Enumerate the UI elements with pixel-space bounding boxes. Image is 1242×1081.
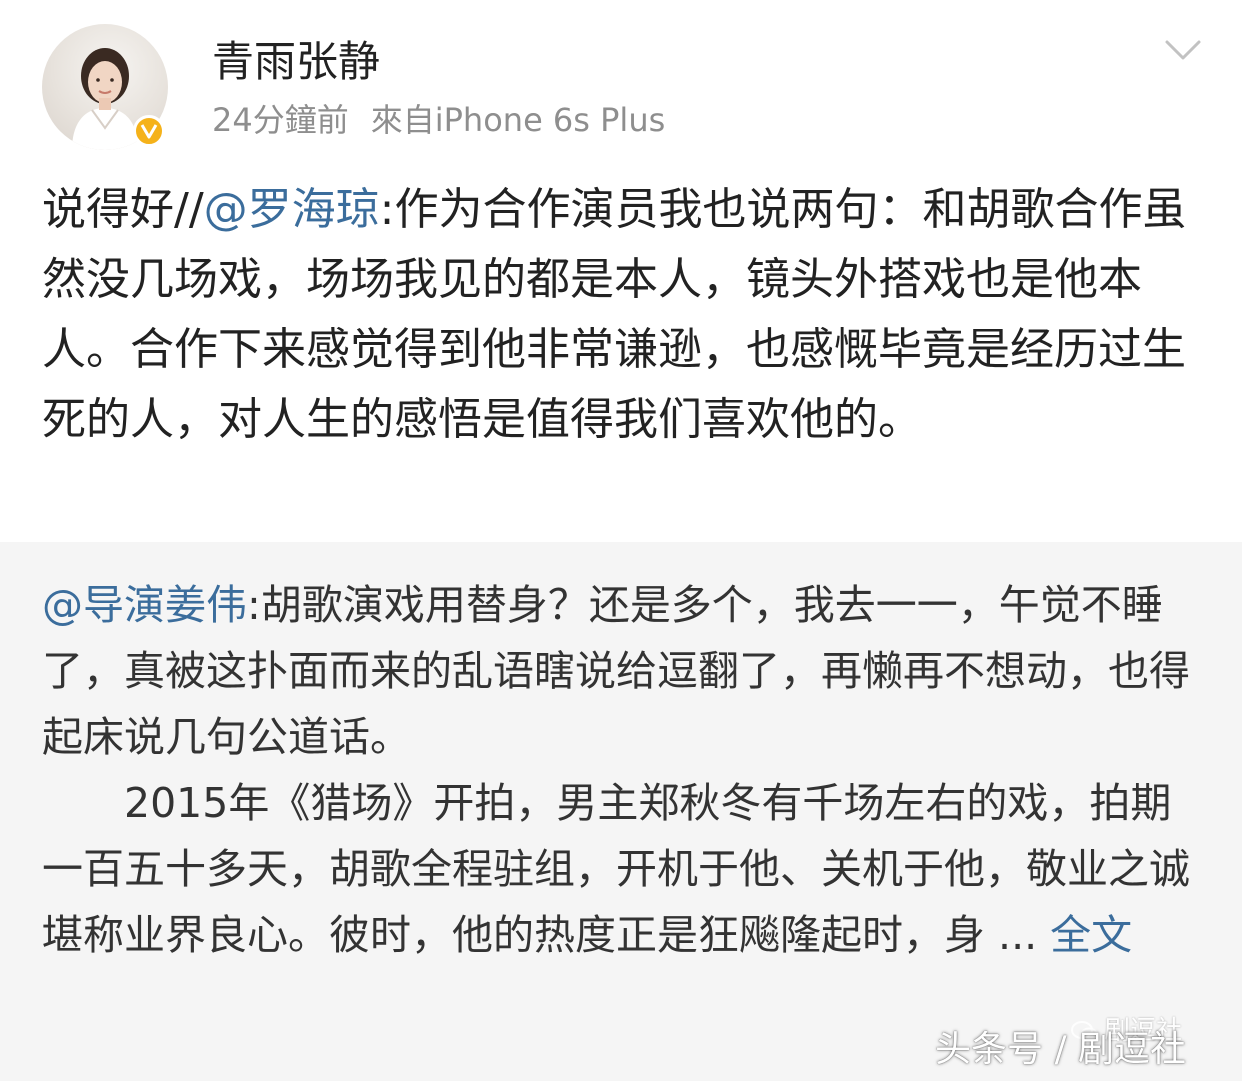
post-source: 來自iPhone 6s Plus [370, 101, 666, 139]
post-text-prefix: 说得好// [42, 184, 204, 235]
post-time: 24分鐘前 [212, 101, 349, 139]
retweet-body: @导演姜伟:胡歌演戏用替身？还是多个，我去一一，午觉不睡了，真被这扑面而来的乱语… [42, 572, 1202, 968]
retweet-text: 2015年《猎场》开拍，男主郑秋冬有千场左右的戏，拍期一百五十多天，胡歌全程驻组… [42, 779, 1190, 959]
full-text-link[interactable]: 全文 [1050, 911, 1132, 959]
mention-link[interactable]: @罗海琼 [204, 184, 380, 235]
retweet-card[interactable]: @导演姜伟:胡歌演戏用替身？还是多个，我去一一，午觉不睡了，真被这扑面而来的乱语… [0, 542, 1242, 1081]
post-body: 说得好//@罗海琼:作为合作演员我也说两句：和胡歌合作虽然没几场戏，场场我见的都… [42, 175, 1202, 455]
toutiao-watermark: 头条号 / 剧逗社 [935, 1029, 1187, 1070]
chevron-down-icon[interactable] [1163, 36, 1203, 64]
post-meta: 24分鐘前 來自iPhone 6s Plus [212, 98, 665, 142]
retweet-paragraph: 2015年《猎场》开拍，男主郑秋冬有千场左右的戏，拍期一百五十多天，胡歌全程驻组… [42, 770, 1202, 968]
verified-badge-icon [133, 115, 165, 147]
retweet-mention-link[interactable]: @导演姜伟 [42, 581, 247, 629]
post-header: 青雨张静 24分鐘前 來自iPhone 6s Plus [0, 0, 1242, 165]
retweet-paragraph: @导演姜伟:胡歌演戏用替身？还是多个，我去一一，午觉不睡了，真被这扑面而来的乱语… [42, 572, 1202, 770]
author-name[interactable]: 青雨张静 [212, 34, 380, 90]
